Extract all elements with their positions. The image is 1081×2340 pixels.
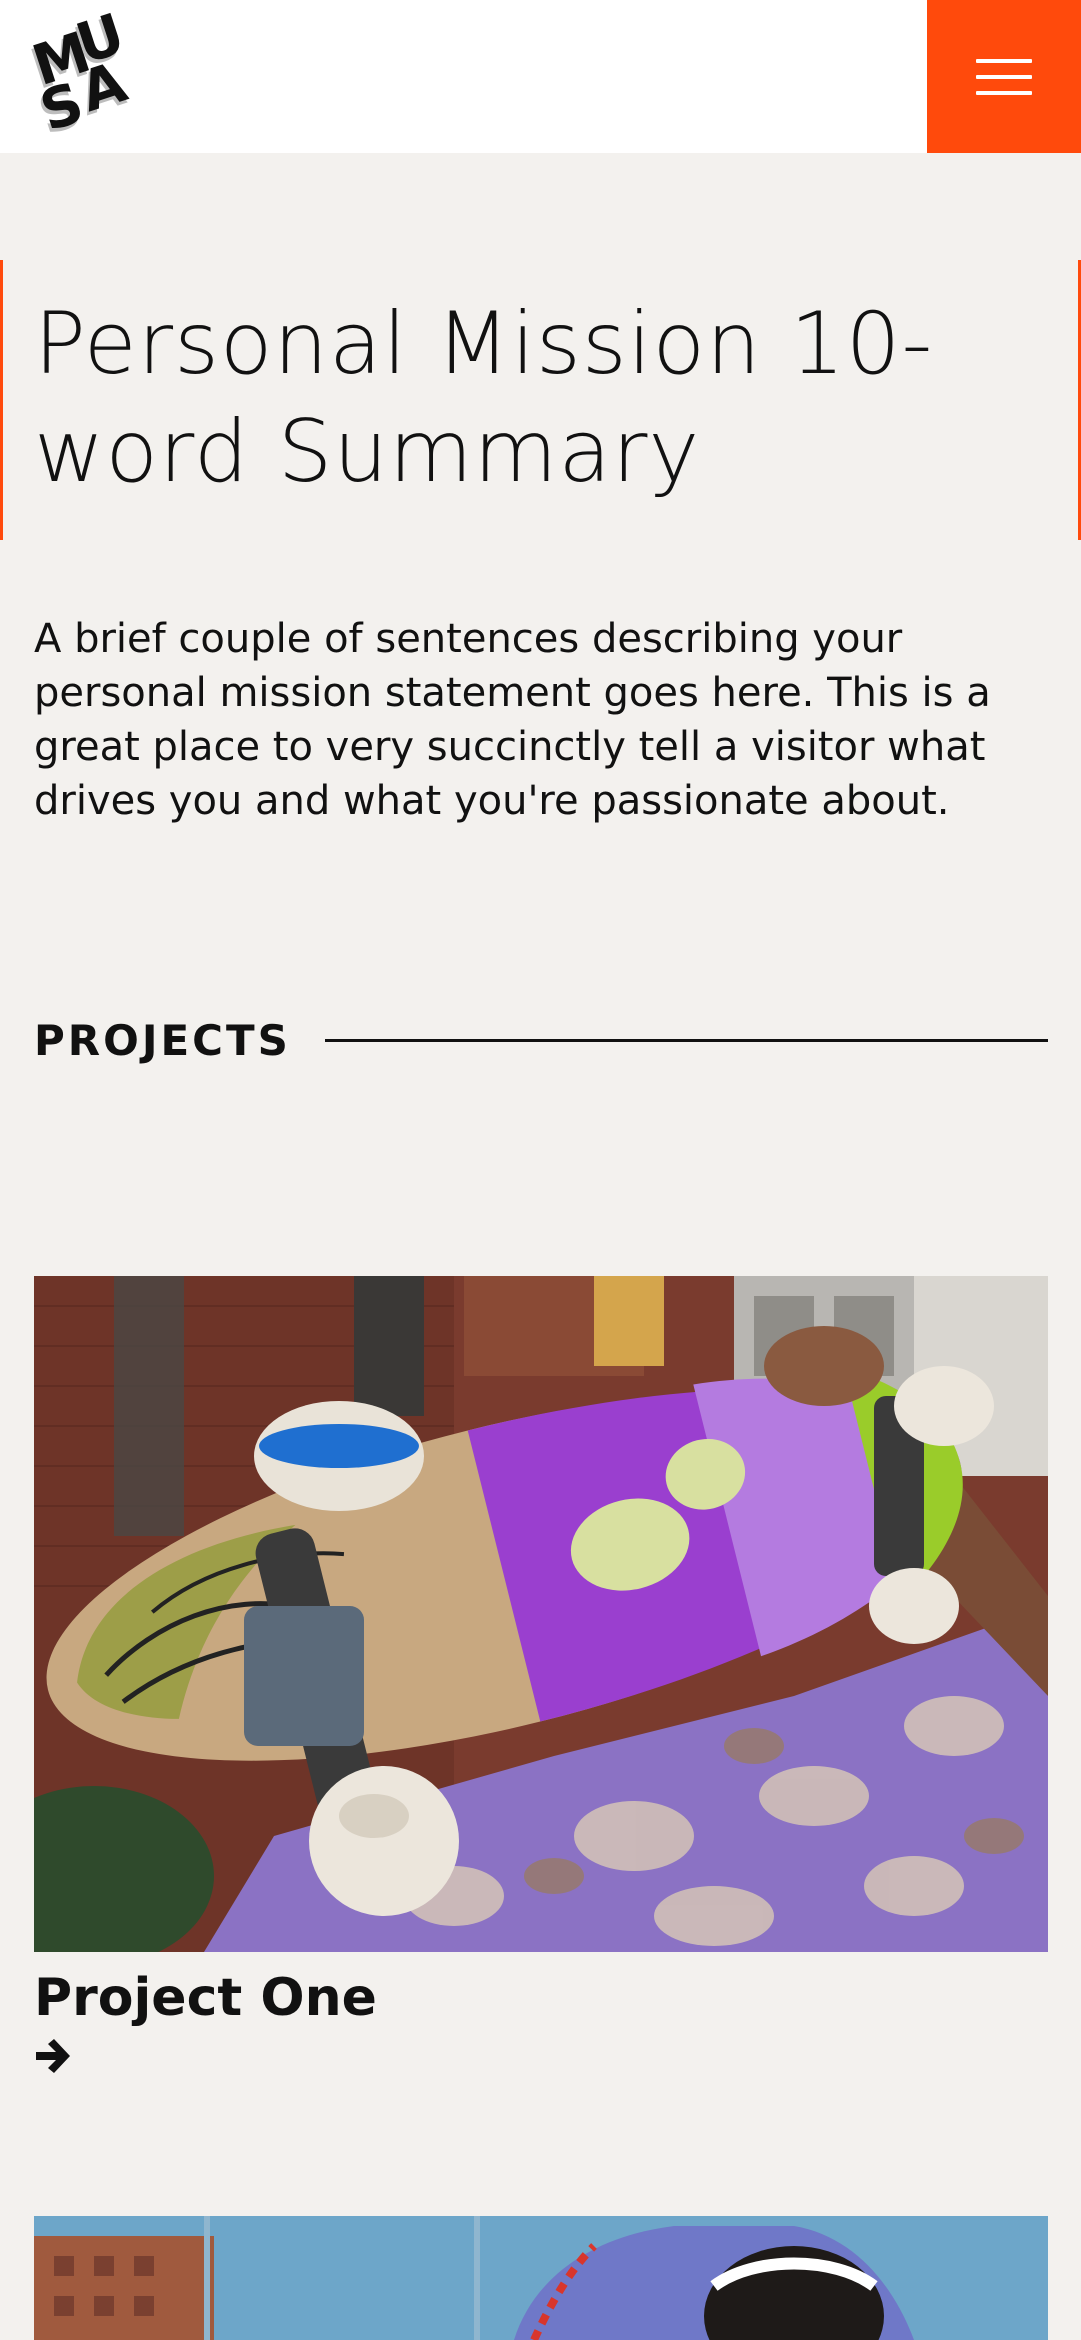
- project-two-image[interactable]: [34, 2216, 1048, 2340]
- projects-heading: PROJECTS: [34, 1015, 291, 1065]
- project-one-title[interactable]: Project One: [34, 1968, 377, 2028]
- mission-statement: A brief couple of sentences describing y…: [34, 616, 991, 824]
- arrow-right-icon[interactable]: [34, 2036, 74, 2076]
- project-one-image[interactable]: [34, 1276, 1048, 1952]
- section-divider: [324, 1038, 1048, 1042]
- projects-section-header: PROJECTS: [34, 1010, 1048, 1070]
- accent-rule-left: [0, 260, 3, 540]
- page: M U S A Personal Mission 10-word Summary…: [0, 0, 1081, 2340]
- musa-logo[interactable]: M U S A: [25, 2, 134, 145]
- site-header: M U S A: [0, 0, 1081, 153]
- page-title: Personal Mission 10-word Summary: [34, 294, 934, 502]
- menu-button[interactable]: [927, 0, 1081, 153]
- hamburger-menu-icon: [976, 58, 1032, 63]
